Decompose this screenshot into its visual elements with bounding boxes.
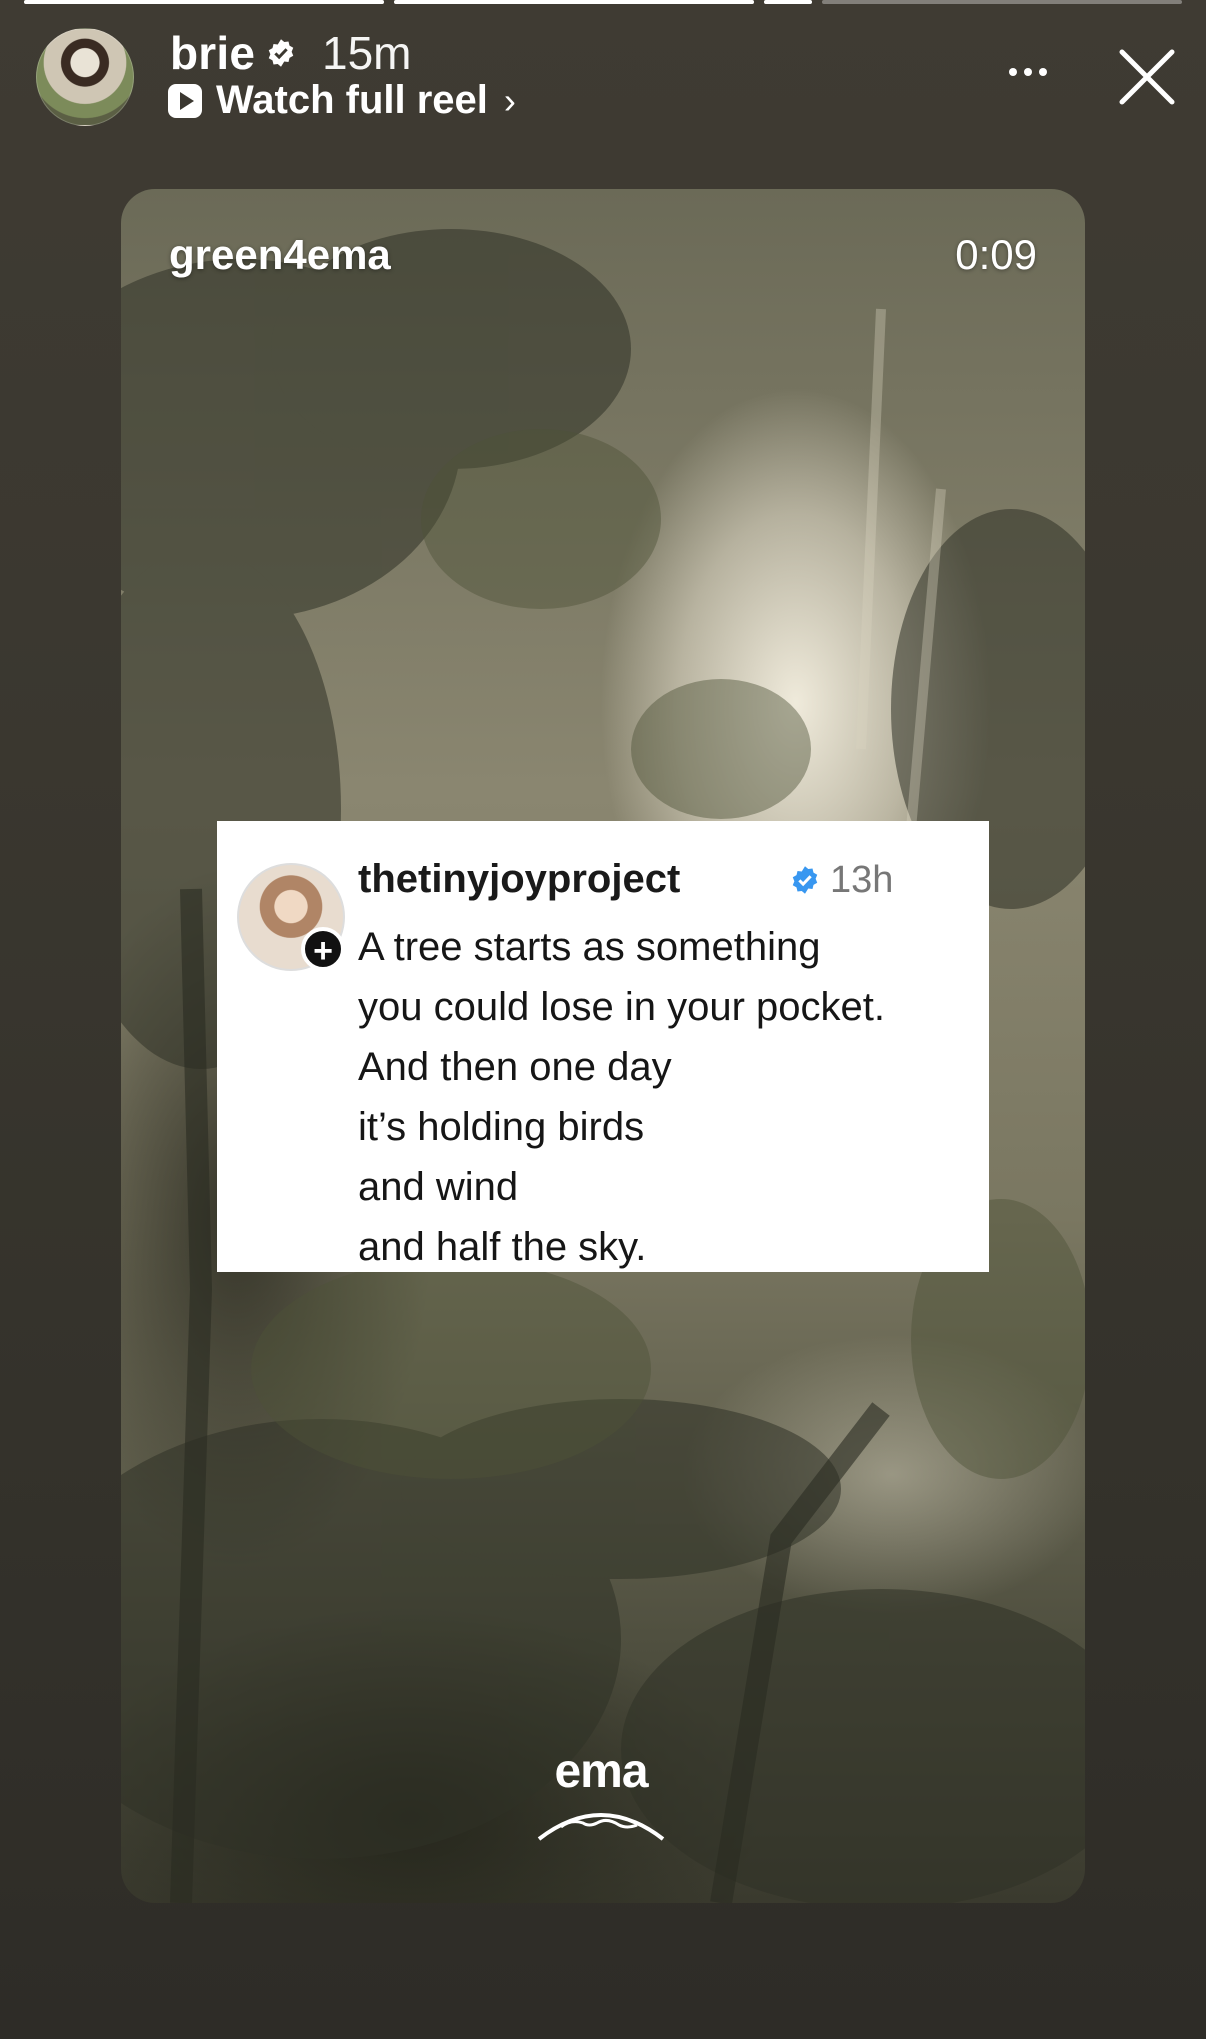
- ema-watermark: ema: [521, 1744, 681, 1850]
- reel-creator[interactable]: green4ema: [169, 231, 391, 279]
- plus-icon: +: [301, 927, 345, 971]
- more-options-button[interactable]: [998, 54, 1058, 90]
- story-progress: [24, 0, 1182, 4]
- post-line: it’s holding birds: [358, 1105, 645, 1149]
- post-line: And then one day: [358, 1045, 672, 1089]
- verified-badge-icon: [792, 866, 818, 894]
- post-line: you could lose in your pocket.: [358, 985, 885, 1029]
- progress-segment: [394, 0, 754, 4]
- post-handle: thetinyjoyproject: [358, 857, 681, 901]
- post-line: A tree starts as something: [358, 925, 821, 969]
- post-line: and wind: [358, 1165, 519, 1209]
- progress-segment: [764, 0, 812, 4]
- shared-reel[interactable]: green4ema 0:09 + thetinyjoyproject 13h A…: [121, 189, 1085, 1903]
- avatar[interactable]: [36, 28, 134, 126]
- post-text: A tree starts as something you could los…: [358, 917, 885, 1277]
- post-time-ago: 13h: [830, 859, 894, 901]
- story-time-ago: 15m: [322, 27, 412, 79]
- story-username[interactable]: brie: [170, 26, 255, 80]
- verified-badge-icon: [268, 39, 294, 67]
- chevron-right-icon: ›: [503, 79, 516, 121]
- quoted-post-card: + thetinyjoyproject 13h A tree starts as…: [217, 821, 989, 1272]
- close-button[interactable]: [1112, 42, 1182, 112]
- watermark-text: ema: [554, 1745, 648, 1798]
- globe-icon: [537, 1813, 665, 1841]
- post-line: and half the sky.: [358, 1225, 647, 1269]
- progress-segment-current: [822, 0, 1182, 4]
- reel-timestamp: 0:09: [955, 231, 1037, 278]
- more-horizontal-icon: [1009, 68, 1017, 76]
- watch-full-reel-link[interactable]: Watch full reel ›: [168, 78, 516, 123]
- progress-segment: [24, 0, 384, 4]
- watch-full-reel-label: Watch full reel: [216, 78, 488, 122]
- reel-play-icon: [168, 83, 202, 118]
